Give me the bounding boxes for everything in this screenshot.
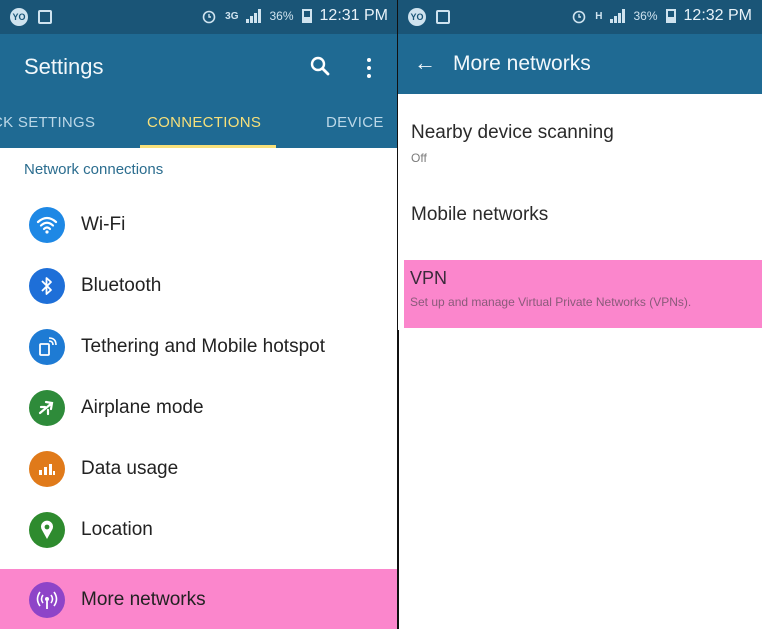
signal-icon bbox=[246, 9, 262, 23]
gallery-icon bbox=[38, 10, 52, 24]
list-item-vpn[interactable]: VPN Set up and manage Virtual Private Ne… bbox=[404, 260, 762, 328]
battery-percent: 36% bbox=[269, 9, 294, 23]
list-item-data-usage[interactable]: Data usage bbox=[0, 438, 398, 499]
battery-percent: 36% bbox=[633, 9, 658, 23]
list-item-airplane[interactable]: Airplane mode bbox=[0, 377, 398, 438]
tab-device[interactable]: DEVICE bbox=[326, 114, 384, 131]
list-item-nearby-scanning[interactable]: Nearby device scanning Off bbox=[398, 110, 762, 172]
network-type: 3G bbox=[225, 10, 239, 22]
signal-icon bbox=[610, 9, 626, 23]
list-item-subtitle: Off bbox=[411, 151, 427, 165]
battery-icon bbox=[301, 9, 312, 23]
list-item-wifi[interactable]: Wi-Fi bbox=[0, 194, 398, 255]
tab-quick-settings[interactable]: CK SETTINGS bbox=[0, 114, 95, 131]
bluetooth-icon bbox=[29, 267, 65, 304]
list-item-title: Nearby device scanning bbox=[411, 122, 614, 143]
list-item-bluetooth[interactable]: Bluetooth bbox=[0, 255, 398, 316]
app-bar: ← More networks bbox=[398, 34, 762, 94]
hotspot-icon bbox=[29, 328, 65, 365]
list-item-subtitle: Set up and manage Virtual Private Networ… bbox=[410, 295, 692, 309]
list-item-tethering[interactable]: Tethering and Mobile hotspot bbox=[0, 316, 398, 377]
search-icon[interactable] bbox=[310, 56, 330, 76]
more-networks-screen: YO H 36% 12:32 PM ← More networks Nearby… bbox=[398, 0, 762, 330]
list-item-mobile-networks[interactable]: Mobile networks bbox=[398, 190, 762, 242]
list-item-more-networks[interactable]: More networks bbox=[0, 569, 398, 629]
notification-icon: YO bbox=[408, 8, 426, 26]
list-item-label: Airplane mode bbox=[81, 396, 204, 418]
more-options-icon[interactable] bbox=[366, 58, 372, 78]
status-bar: YO H 36% 12:32 PM bbox=[398, 0, 762, 34]
list-item-title: VPN bbox=[410, 268, 448, 288]
location-icon bbox=[29, 511, 65, 548]
clock: 12:31 PM bbox=[319, 7, 388, 24]
list-item-label: Tethering and Mobile hotspot bbox=[81, 335, 325, 357]
tab-connections[interactable]: CONNECTIONS bbox=[147, 114, 261, 131]
back-arrow-icon[interactable]: ← bbox=[414, 50, 436, 76]
gallery-icon bbox=[436, 10, 450, 24]
data-usage-icon bbox=[29, 450, 65, 487]
alarm-icon bbox=[572, 10, 586, 24]
airplane-icon bbox=[29, 389, 65, 426]
battery-icon bbox=[665, 9, 676, 23]
clock: 12:32 PM bbox=[683, 7, 752, 24]
more-networks-icon bbox=[29, 581, 65, 618]
list-item-title: Mobile networks bbox=[411, 204, 549, 225]
list-item-label: Location bbox=[81, 518, 153, 540]
app-bar: Settings CK SETTINGS CONNECTIONS DEVICE bbox=[0, 34, 398, 148]
wifi-icon bbox=[29, 206, 65, 243]
page-title: More networks bbox=[453, 52, 591, 75]
section-header: Network connections bbox=[24, 161, 164, 178]
notification-icon: YO bbox=[10, 8, 28, 26]
alarm-icon bbox=[202, 10, 216, 24]
list-item-label: Bluetooth bbox=[81, 274, 162, 296]
network-type: H bbox=[595, 10, 603, 22]
list-item-label: Data usage bbox=[81, 457, 179, 479]
active-tab-indicator bbox=[140, 145, 276, 148]
page-title: Settings bbox=[24, 54, 104, 79]
tab-bar: CK SETTINGS CONNECTIONS DEVICE bbox=[0, 104, 398, 148]
list-item-label: Wi-Fi bbox=[81, 213, 126, 235]
list-item-label: More networks bbox=[81, 588, 206, 610]
settings-screen: YO 3G 36% 12:31 PM Settings CK SETTINGS … bbox=[0, 0, 398, 629]
list-item-location[interactable]: Location bbox=[0, 499, 398, 560]
status-bar: YO 3G 36% 12:31 PM bbox=[0, 0, 398, 34]
